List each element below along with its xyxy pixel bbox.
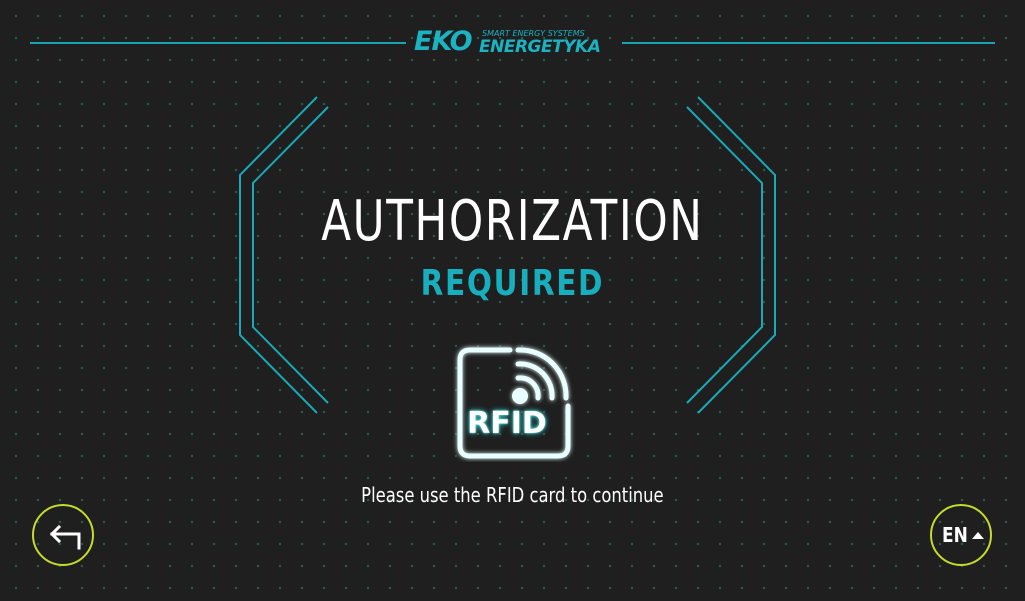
instruction-text: Please use the RFID card to continue <box>361 483 664 507</box>
language-button[interactable]: EN <box>930 504 992 566</box>
rfid-card-outline-icon <box>457 347 571 459</box>
rfid-label: RFID <box>467 406 547 441</box>
rfid-card-icon: RFID <box>452 342 576 462</box>
authorization-screen: EKO SMART ENERGY SYSTEMS ENERGETYKA AUTH… <box>0 0 1025 601</box>
caret-up-icon <box>972 532 984 539</box>
back-button[interactable] <box>32 504 94 566</box>
page-subtitle: REQUIRED <box>420 263 605 304</box>
language-label: EN <box>942 523 968 547</box>
return-arrow-icon <box>49 524 81 550</box>
page-title: AUTHORIZATION <box>321 189 704 254</box>
